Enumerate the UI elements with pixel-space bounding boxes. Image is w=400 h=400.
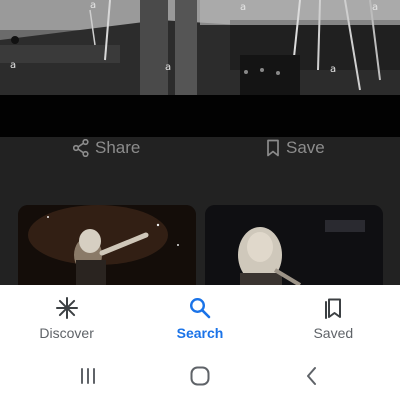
performer-photo <box>205 205 383 295</box>
back-button[interactable] <box>297 363 327 393</box>
nav-discover-label: Discover <box>39 325 94 341</box>
save-label: Save <box>286 138 325 157</box>
nav-search-label: Search <box>176 325 224 341</box>
svg-text:a: a <box>330 64 336 75</box>
recents-icon <box>78 367 98 390</box>
home-icon <box>189 365 211 392</box>
svg-text:a: a <box>10 60 16 71</box>
nav-saved-label: Saved <box>313 325 354 341</box>
bottom-navigation: Discover Search Saved <box>0 285 400 355</box>
asterisk-icon <box>55 295 79 321</box>
result-thumbnail[interactable] <box>18 205 196 295</box>
nav-discover[interactable]: Discover <box>0 285 133 355</box>
bookmark-icon <box>266 139 280 157</box>
save-button[interactable]: Save <box>266 138 325 157</box>
system-navigation-bar <box>0 355 400 400</box>
share-icon <box>73 139 89 157</box>
nav-search[interactable]: Search <box>133 285 266 355</box>
svg-text:a: a <box>165 62 171 73</box>
share-label: Share <box>95 138 141 157</box>
back-icon <box>305 366 319 391</box>
recents-button[interactable] <box>73 363 103 393</box>
top-image[interactable]: a a a a a a <box>0 0 400 95</box>
stage-photo: a a a a a a <box>0 0 400 95</box>
result-thumbnail[interactable] <box>205 205 383 295</box>
image-caption-band <box>0 95 400 137</box>
share-button[interactable]: Share <box>73 138 141 157</box>
search-icon <box>188 295 212 321</box>
home-button[interactable] <box>185 363 215 393</box>
svg-text:a: a <box>90 0 96 11</box>
svg-text:a: a <box>372 2 378 13</box>
bookmarks-icon <box>321 295 345 321</box>
performer-photo <box>18 205 196 295</box>
svg-text:a: a <box>240 2 246 13</box>
nav-saved[interactable]: Saved <box>267 285 400 355</box>
